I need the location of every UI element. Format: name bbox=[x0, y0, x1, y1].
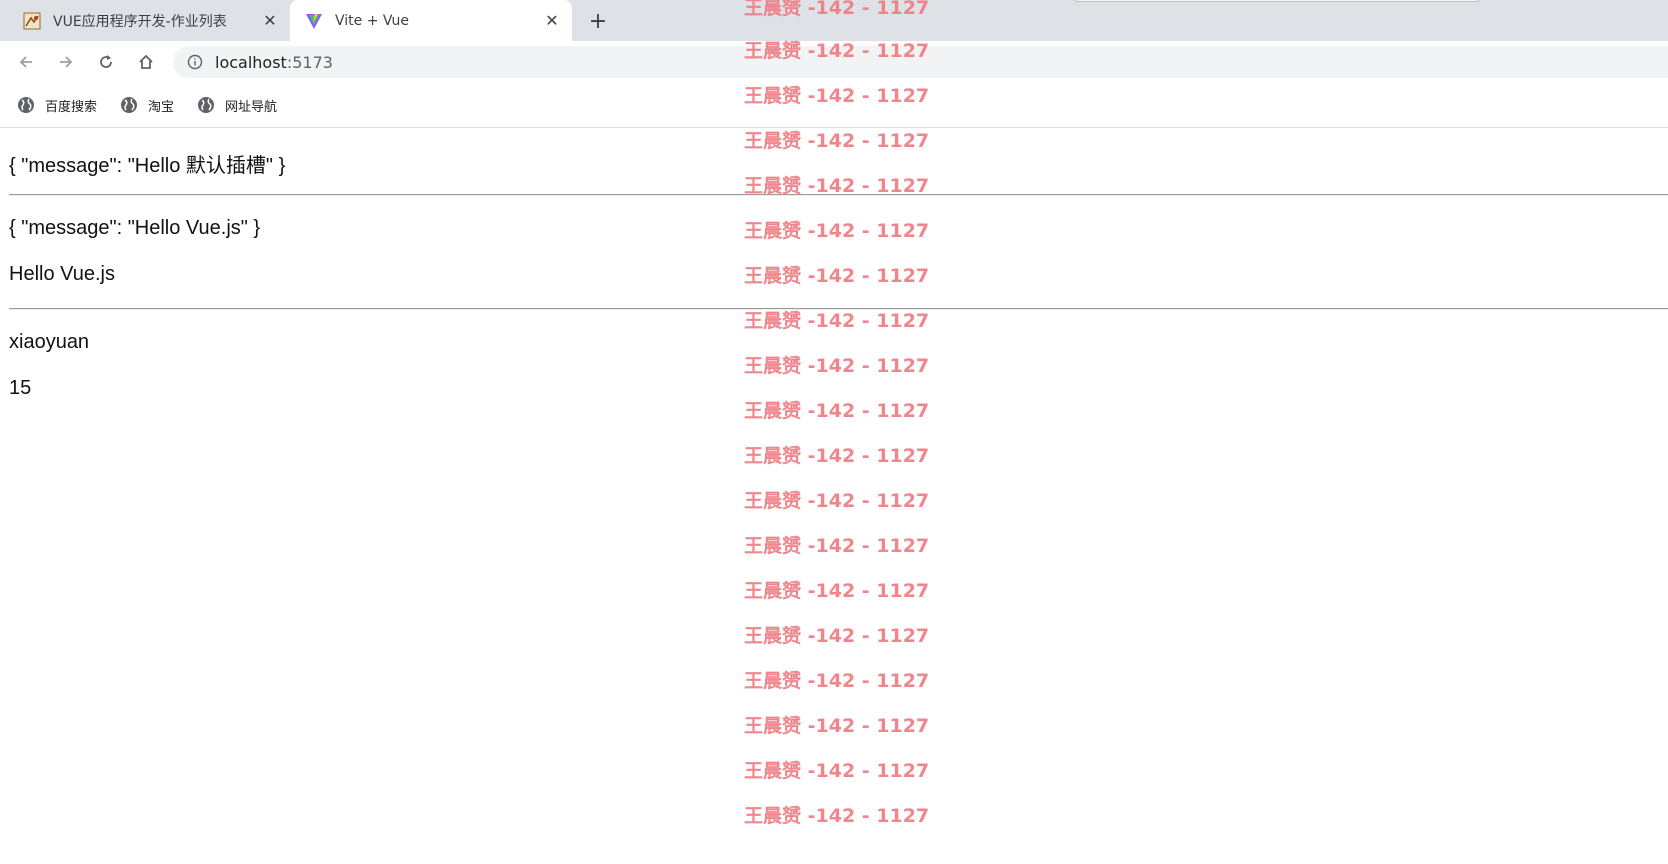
watermark-text: 王晨赟 -142 - 1127 bbox=[744, 670, 930, 692]
watermark-text: 王晨赟 -142 - 1127 bbox=[744, 535, 930, 557]
watermark-text: 王晨赟 -142 - 1127 bbox=[744, 715, 930, 737]
tab-favicon-icon bbox=[23, 12, 41, 30]
watermark-text: 王晨赟 -142 - 1127 bbox=[744, 265, 930, 287]
bookmark-url-nav[interactable]: 网址导航 bbox=[196, 95, 277, 115]
watermark-text: 王晨赟 -142 - 1127 bbox=[744, 175, 930, 197]
home-icon[interactable] bbox=[132, 48, 160, 76]
watermark-text: 王晨赟 -142 - 1127 bbox=[744, 490, 930, 512]
watermark-text: 王晨赟 -142 - 1127 bbox=[744, 220, 930, 242]
named-slot-message: { "message": "Hello Vue.js" } bbox=[9, 217, 261, 239]
vite-logo-icon bbox=[305, 12, 323, 30]
watermark-text: 王晨赟 -142 - 1127 bbox=[744, 400, 930, 422]
bookmark-label: 网址导航 bbox=[225, 99, 278, 115]
hello-text: Hello Vue.js bbox=[9, 263, 115, 285]
new-tab-button[interactable]: + bbox=[585, 8, 611, 34]
globe-icon bbox=[121, 97, 138, 113]
watermark-text: 王晨赟 -142 - 1127 bbox=[744, 580, 930, 602]
tab-title: VUE应用程序开发-作业列表 bbox=[53, 13, 227, 30]
back-arrow-icon[interactable] bbox=[12, 48, 40, 76]
tab-close-icon[interactable]: ✕ bbox=[542, 11, 562, 31]
forward-arrow-icon[interactable] bbox=[52, 48, 80, 76]
watermark-text: 王晨赟 -142 - 1127 bbox=[744, 0, 930, 19]
bookmark-label: 淘宝 bbox=[148, 99, 175, 115]
name-text: xiaoyuan bbox=[9, 331, 90, 353]
watermark-text: 王晨赟 -142 - 1127 bbox=[744, 130, 930, 152]
reload-icon[interactable] bbox=[92, 48, 120, 76]
tab-close-icon[interactable]: ✕ bbox=[260, 11, 280, 31]
watermark-text: 王晨赟 -142 - 1127 bbox=[744, 355, 930, 377]
default-slot-message: { "message": "Hello 默认插槽" } bbox=[9, 155, 286, 177]
globe-icon bbox=[18, 97, 34, 113]
bookmark-taobao[interactable]: 淘宝 bbox=[119, 95, 174, 115]
bookmark-label: 百度搜索 bbox=[45, 99, 98, 115]
watermark-text: 王晨赟 -142 - 1127 bbox=[744, 310, 930, 332]
bookmark-baidu[interactable]: 百度搜索 bbox=[16, 95, 97, 115]
url-host: localhost bbox=[215, 52, 287, 72]
globe-icon bbox=[198, 97, 215, 113]
site-info-icon[interactable] bbox=[187, 54, 203, 70]
watermark-text: 王晨赟 -142 - 1127 bbox=[744, 625, 930, 647]
watermark-text: 王晨赟 -142 - 1127 bbox=[744, 445, 930, 467]
age-text: 15 bbox=[9, 377, 32, 399]
window-control-edge bbox=[1072, 0, 1482, 2]
watermark-text: 王晨赟 -142 - 1127 bbox=[744, 760, 930, 782]
watermark-text: 王晨赟 -142 - 1127 bbox=[744, 85, 930, 107]
tab-title: Vite + Vue bbox=[335, 12, 410, 29]
tab-homework-list[interactable]: VUE应用程序开发-作业列表 ✕ bbox=[8, 0, 290, 41]
watermark-text: 王晨赟 -142 - 1127 bbox=[744, 40, 930, 62]
watermark-text: 王晨赟 -142 - 1127 bbox=[744, 805, 930, 827]
url-port: :5173 bbox=[286, 52, 333, 72]
url-text[interactable]: localhost:5173 bbox=[215, 53, 333, 72]
tab-vite-vue[interactable]: Vite + Vue ✕ bbox=[290, 0, 572, 41]
